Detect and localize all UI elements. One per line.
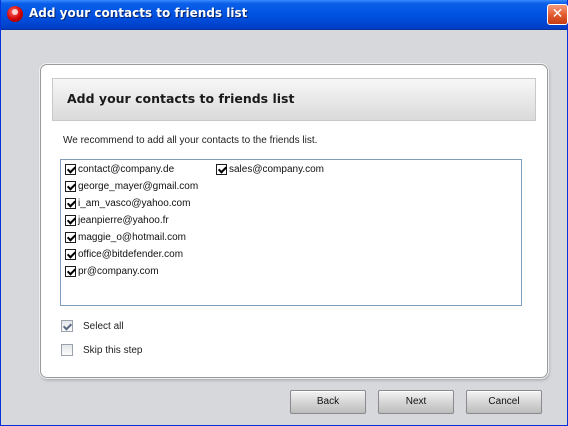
checkbox-icon[interactable] <box>65 198 76 209</box>
contact-item[interactable]: sales@company.com <box>216 163 324 177</box>
contact-email: maggie_o@hotmail.com <box>78 232 186 243</box>
contact-item[interactable]: jeanpierre@yahoo.fr <box>65 214 169 228</box>
window-title: Add your contacts to friends list <box>29 6 248 20</box>
contact-email: office@bitdefender.com <box>78 249 184 260</box>
contact-item[interactable]: maggie_o@hotmail.com <box>65 231 186 245</box>
bitdefender-logo-icon <box>7 6 23 22</box>
checkbox-icon[interactable] <box>65 249 76 260</box>
checkbox-icon[interactable] <box>65 181 76 192</box>
next-button[interactable]: Next <box>378 390 454 414</box>
checkbox-icon[interactable] <box>65 215 76 226</box>
title-bar[interactable]: Add your contacts to friends list ✕ <box>1 0 568 30</box>
skip-step-option[interactable]: Skip this step <box>61 344 142 358</box>
skip-step-label: Skip this step <box>83 345 143 356</box>
cancel-button[interactable]: Cancel <box>466 390 542 414</box>
checkbox-icon[interactable] <box>65 232 76 243</box>
contact-item[interactable]: pr@company.com <box>65 265 159 279</box>
contact-email: george_mayer@gmail.com <box>78 181 199 192</box>
close-button[interactable]: ✕ <box>547 4 568 25</box>
contact-item[interactable]: george_mayer@gmail.com <box>65 180 198 194</box>
contact-item[interactable]: contact@company.de <box>65 163 174 177</box>
panel-title: Add your contacts to friends list <box>67 91 295 106</box>
checkbox-icon[interactable] <box>65 266 76 277</box>
content-panel: Add your contacts to friends list We rec… <box>40 64 548 378</box>
contact-email: jeanpierre@yahoo.fr <box>78 215 169 226</box>
contact-email: pr@company.com <box>78 266 159 277</box>
recommendation-text: We recommend to add all your contacts to… <box>63 135 318 146</box>
contact-email: sales@company.com <box>229 164 324 175</box>
skip-step-checkbox[interactable] <box>61 344 73 356</box>
select-all-checkbox[interactable] <box>61 320 73 332</box>
contact-email: i_am_vasco@yahoo.com <box>78 198 191 209</box>
panel-header: Add your contacts to friends list <box>52 78 536 121</box>
checkbox-icon[interactable] <box>216 164 227 175</box>
checkbox-icon[interactable] <box>65 164 76 175</box>
contact-email: contact@company.de <box>78 164 175 175</box>
contact-item[interactable]: office@bitdefender.com <box>65 248 183 262</box>
select-all-label: Select all <box>83 321 124 332</box>
back-button[interactable]: Back <box>290 390 366 414</box>
select-all-option[interactable]: Select all <box>61 320 124 334</box>
contacts-list[interactable]: contact@company.de george_mayer@gmail.co… <box>60 159 522 306</box>
contact-item[interactable]: i_am_vasco@yahoo.com <box>65 197 190 211</box>
close-icon: ✕ <box>551 6 564 22</box>
dialog-window: Add your contacts to friends list ✕ Add … <box>0 0 568 426</box>
